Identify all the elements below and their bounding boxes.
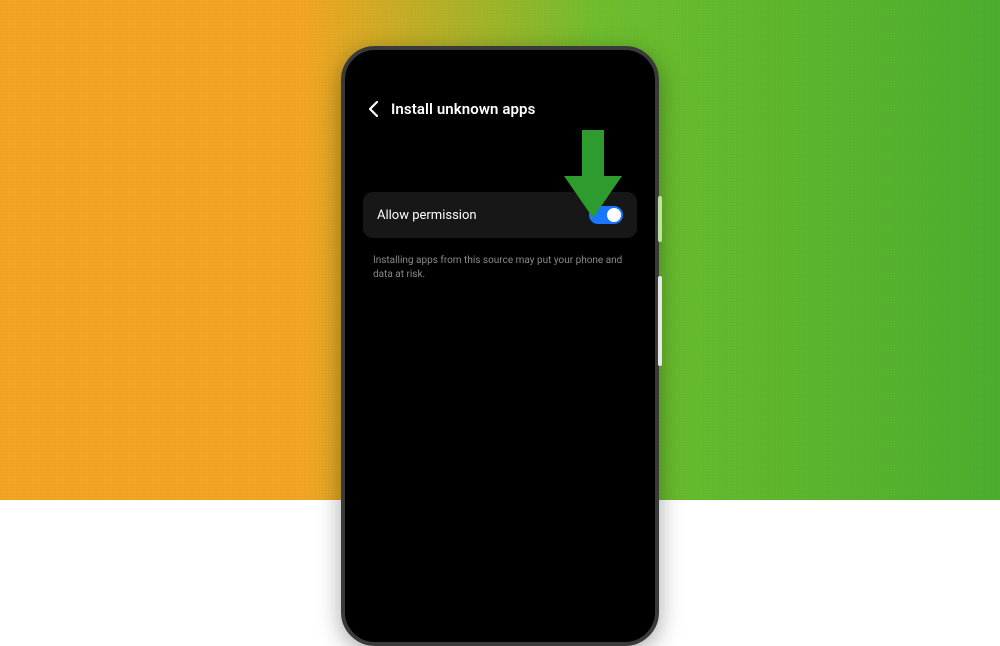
phone-power-button bbox=[658, 196, 662, 242]
toggle-knob bbox=[607, 208, 621, 222]
phone-volume-button bbox=[658, 276, 662, 366]
app-info-placeholder bbox=[363, 136, 637, 184]
permission-label: Allow permission bbox=[377, 208, 477, 223]
page-title: Install unknown apps bbox=[391, 100, 535, 118]
header-bar: Install unknown apps bbox=[353, 82, 647, 132]
phone-screen: Install unknown apps Allow permission In… bbox=[353, 58, 647, 634]
allow-permission-row[interactable]: Allow permission bbox=[363, 192, 637, 238]
warning-text: Installing apps from this source may put… bbox=[353, 238, 647, 282]
phone-frame: Install unknown apps Allow permission In… bbox=[341, 46, 659, 646]
permission-toggle[interactable] bbox=[589, 206, 623, 224]
back-icon[interactable] bbox=[367, 100, 379, 118]
